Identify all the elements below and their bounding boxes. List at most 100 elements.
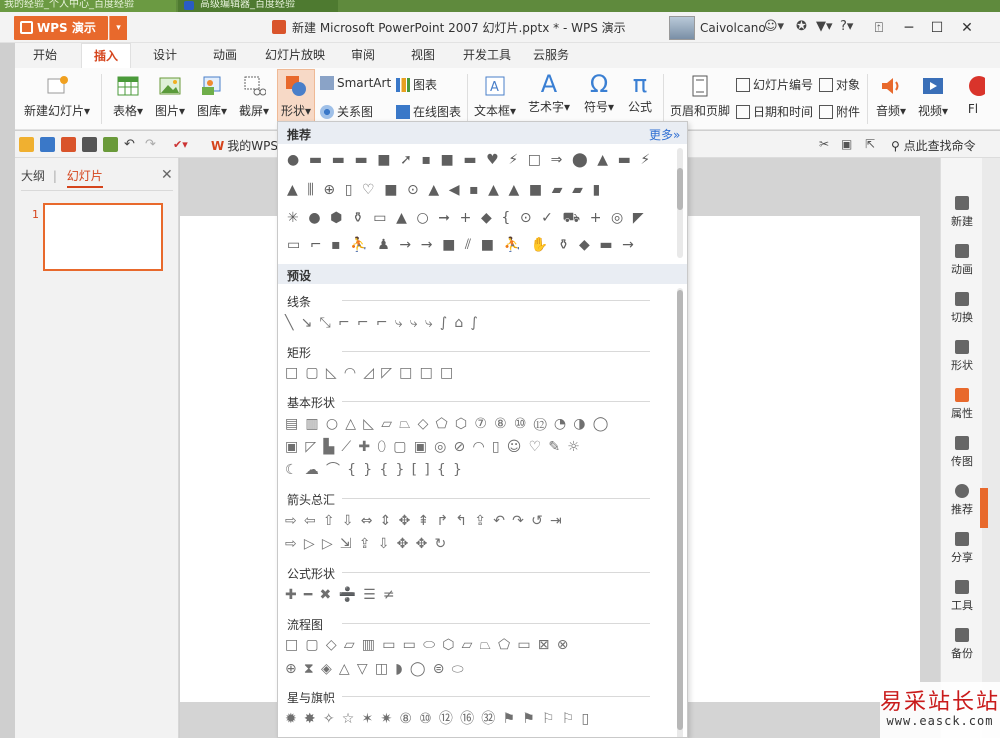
sidebar-item-animation[interactable]: 动画 xyxy=(941,244,983,277)
restore-window-icon[interactable]: ⍐ xyxy=(866,16,892,40)
browser-tab-editor[interactable]: 高级编辑器_百度经验 xyxy=(178,0,338,12)
shape-row-lines[interactable]: ╲↘⤡⌐⌐⌐⤷⤷⤷∫⌂∫ xyxy=(285,314,485,332)
print-preview-icon[interactable] xyxy=(103,137,118,152)
wps-app-menu-button[interactable]: WPS 演示 xyxy=(14,16,108,40)
maximize-button[interactable]: ☐ xyxy=(924,16,950,40)
brush-icon[interactable]: ✂ xyxy=(819,137,834,152)
video-button[interactable]: 视频▾ xyxy=(915,74,951,119)
share-icon[interactable]: ⇱ xyxy=(865,137,880,152)
sidebar-item-recommend[interactable]: 推荐 xyxy=(941,484,983,517)
undo-icon[interactable]: ↶ xyxy=(124,137,139,152)
shape-row-flowchart[interactable]: ⊕⧗◈△▽◫◗◯⊜⬭ xyxy=(285,660,471,678)
watermark-url: www.easck.com xyxy=(886,714,994,728)
more-link[interactable]: 更多» xyxy=(649,126,680,143)
tab-slideshow[interactable]: 幻灯片放映 xyxy=(259,43,331,68)
shirt-icon[interactable]: ▼▾ xyxy=(816,19,833,35)
avatar[interactable] xyxy=(669,16,695,40)
object-button[interactable]: 对象 xyxy=(819,76,860,93)
tab-outline[interactable]: 大纲 xyxy=(21,169,45,183)
shape-row-basic[interactable]: ☾☁⌒{}{}[]{} xyxy=(285,461,469,479)
recommended-shape-row[interactable]: ●▬▬▬■➚▪■▬♥⚡□⇒⬤▲▬⚡ xyxy=(287,150,660,170)
sidebar-item-transition[interactable]: 切换 xyxy=(941,292,983,325)
shape-row-flowchart[interactable]: □▢◇▱▥▭▭⬭⬡▱⏢⬠▭⊠⊗ xyxy=(285,636,576,654)
tab-view[interactable]: 视图 xyxy=(401,43,445,68)
formula-button[interactable]: π 公式 xyxy=(622,70,658,115)
recommended-scrollbar[interactable] xyxy=(677,148,683,258)
sidebar-item-upload-image[interactable]: 传图 xyxy=(941,436,983,469)
redo-icon[interactable]: ↷ xyxy=(145,137,160,152)
expand-sidebar-handle[interactable] xyxy=(980,488,988,528)
sidebar-item-properties[interactable]: 属性 xyxy=(941,388,983,421)
symbol-button[interactable]: Ω 符号▾ xyxy=(581,70,617,115)
gallery-button[interactable]: 图库▾ xyxy=(194,74,230,119)
print-icon[interactable] xyxy=(82,137,97,152)
find-command-search[interactable]: ⚲ 点此查找命令 xyxy=(891,137,976,154)
header-footer-button[interactable]: 页眉和页脚 xyxy=(669,74,731,119)
online-chart-button[interactable]: 在线图表 xyxy=(396,103,461,120)
formula-label: 公式 xyxy=(627,100,652,114)
ppt-file-icon xyxy=(272,20,286,34)
tab-slides[interactable]: 幻灯片 xyxy=(66,169,103,188)
tab-animation[interactable]: 动画 xyxy=(201,43,249,68)
smartart-button[interactable]: SmartArt xyxy=(320,76,391,90)
app-menu-dropdown[interactable]: ▾ xyxy=(109,16,127,40)
save-icon[interactable] xyxy=(40,137,55,152)
shape-row-arrows[interactable]: ⇨⇦⇧⇩⇔⇕✥⇞↱↰⇪↶↷↺⇥ xyxy=(285,512,569,530)
close-button[interactable]: ✕ xyxy=(954,16,980,40)
tab-developer[interactable]: 开发工具 xyxy=(455,43,519,68)
attachment-button[interactable]: 附件 xyxy=(819,103,860,120)
username[interactable]: Caivolcano xyxy=(700,21,766,35)
recommended-shape-row[interactable]: ▲⫼⊕▯♡■⊙▲◀▪▲▲■▰▰▮ xyxy=(287,180,610,200)
wordart-button[interactable]: A 艺术字▾ xyxy=(525,70,573,115)
wps-logo-icon xyxy=(20,21,33,34)
slide-number-button[interactable]: 幻灯片编号 xyxy=(736,76,813,93)
tab-insert[interactable]: 插入 xyxy=(81,43,131,68)
table-button[interactable]: 表格▾ xyxy=(109,74,147,119)
export-pdf-icon[interactable] xyxy=(61,137,76,152)
audio-button[interactable]: 音频▾ xyxy=(873,74,909,119)
preset-scrollbar[interactable] xyxy=(677,288,683,737)
sidebar-item-backup[interactable]: 备份 xyxy=(941,628,983,661)
baidu-paw-icon xyxy=(184,1,194,10)
shape-row-rectangles[interactable]: □▢◺◠◿◸□□□ xyxy=(285,364,460,382)
help-icon[interactable]: ?▾ xyxy=(840,19,853,35)
leaf-icon[interactable]: ✪ xyxy=(796,19,807,35)
scrollbar-thumb[interactable] xyxy=(677,290,683,730)
minimize-button[interactable]: ─ xyxy=(896,16,922,40)
datetime-button[interactable]: 日期和时间 xyxy=(736,103,813,120)
slide-thumbnail[interactable] xyxy=(43,203,163,271)
bookmark-icon[interactable]: ▣ xyxy=(841,137,856,152)
shape-row-equation[interactable]: ✚━✖➗☰≠ xyxy=(285,586,402,604)
shape-button[interactable]: 形状▾ xyxy=(277,69,315,124)
recommended-shape-row[interactable]: ▭⌐▪⛹♟→→■⫽■⛹✋⚱◆▬→ xyxy=(287,235,644,255)
image-button[interactable]: 图片▾ xyxy=(152,74,188,119)
scrollbar-thumb[interactable] xyxy=(677,168,683,210)
browser-tab-baidu-profile[interactable]: 我的经验_个人中心_百度经验 xyxy=(0,0,176,12)
new-slide-button[interactable]: 新建幻灯片▾ xyxy=(22,74,92,119)
shape-row-basic[interactable]: ▤▥○△◺▱⏢◇⬠⬡⑦⑧⑩⑫◔◑◯ xyxy=(285,415,616,433)
chart-button[interactable]: 图表 xyxy=(396,76,437,93)
shape-row-stars[interactable]: ✹✸✧☆✶✷⑧⑩⑫⑯㉜⚑⚑⚐⚐▯ xyxy=(285,710,596,728)
sidebar-item-tools[interactable]: 工具 xyxy=(941,580,983,613)
tab-home[interactable]: 开始 xyxy=(21,43,69,68)
close-icon[interactable]: ✕ xyxy=(161,167,173,183)
skin-icon[interactable]: ☺▾ xyxy=(764,19,784,35)
recommended-shape-row[interactable]: ✳●⬢⚱▭▲○➞+◆{⊙✓⛟+◎◤ xyxy=(287,208,653,228)
shape-row-basic[interactable]: ▣◸▙⟋✚⬯▢▣◎⊘◠▯☺♡✎☼ xyxy=(285,438,587,456)
flash-button[interactable]: Fl xyxy=(961,74,985,116)
sidebar-item-shape[interactable]: 形状 xyxy=(941,340,983,373)
sidebar-item-new[interactable]: 新建 xyxy=(941,196,983,229)
my-wps-button[interactable]: W 我的WPS xyxy=(211,137,278,154)
screenshot-button[interactable]: 截屏▾ xyxy=(236,74,272,119)
tab-review[interactable]: 审阅 xyxy=(341,43,385,68)
textbox-button[interactable]: A 文本框▾ xyxy=(471,74,519,119)
sidebar-item-share[interactable]: 分享 xyxy=(941,532,983,565)
customize-icon[interactable]: ✔▾ xyxy=(173,137,188,152)
slide-panel: 大纲 | 幻灯片 ✕ 1 xyxy=(15,158,179,738)
tab-design[interactable]: 设计 xyxy=(141,43,189,68)
open-folder-icon[interactable] xyxy=(19,137,34,152)
tab-cloud-service[interactable]: 云服务 xyxy=(527,43,575,68)
shapes-dropdown: 推荐 更多» ●▬▬▬■➚▪■▬♥⚡□⇒⬤▲▬⚡ ▲⫼⊕▯♡■⊙▲◀▪▲▲■▰▰… xyxy=(277,121,688,738)
relation-diagram-button[interactable]: 关系图 xyxy=(320,103,373,120)
shape-row-arrows[interactable]: ⇨▷▷⇲⇪⇩✥✥↻ xyxy=(285,535,453,553)
